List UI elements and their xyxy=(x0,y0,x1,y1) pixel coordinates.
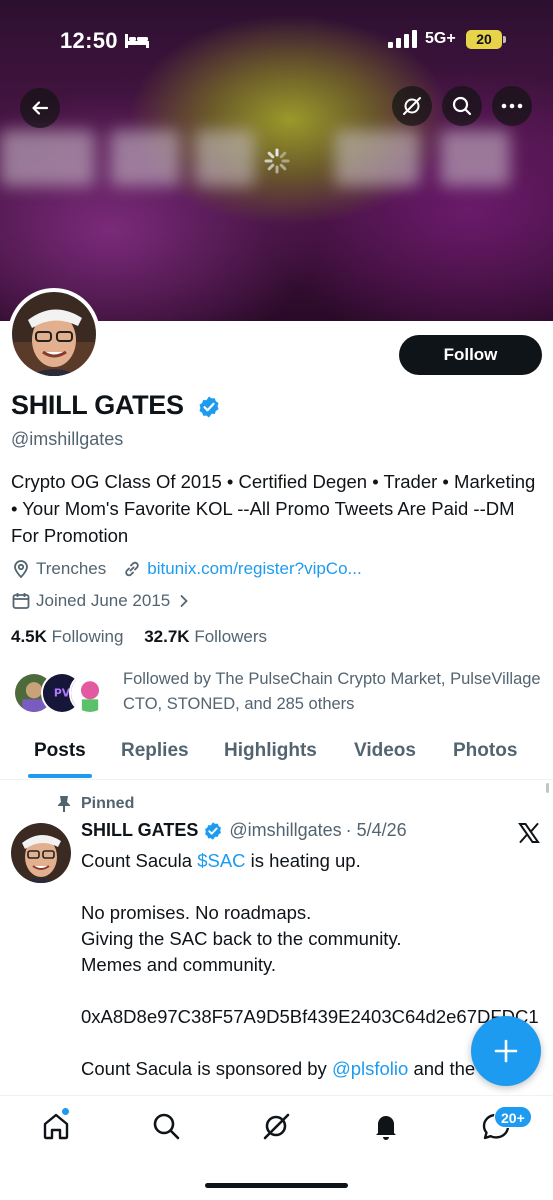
followers-count: 32.7K xyxy=(144,627,190,646)
following-label: Following xyxy=(51,627,124,646)
more-horizontal-icon xyxy=(501,103,523,109)
contract-address: 0xA8D8e97C38F57A9D5Bf439E2403C64d2e67DFD… xyxy=(81,1006,539,1027)
battery-tip xyxy=(503,36,506,43)
mutual-followers-avatars[interactable]: PV xyxy=(13,672,113,716)
tweet-date[interactable]: · 5/4/26 xyxy=(346,820,407,841)
tab-videos[interactable]: Videos xyxy=(354,740,416,762)
profile-bio: Crypto OG Class Of 2015 • Certified Dege… xyxy=(11,471,536,546)
more-options-button[interactable] xyxy=(492,86,532,126)
location-pin-icon xyxy=(14,560,28,579)
tweet-line-1-suffix: is heating up. xyxy=(245,850,361,871)
profile-avatar[interactable] xyxy=(8,288,100,380)
tweet-author-name[interactable]: SHILL GATES xyxy=(81,820,198,841)
pinned-indicator: Pinned xyxy=(56,795,134,813)
verified-badge-icon xyxy=(205,821,222,840)
pin-icon xyxy=(58,796,70,812)
scrollbar[interactable] xyxy=(546,783,549,793)
avatar-image xyxy=(12,292,96,376)
tweet-last-line-prefix: Count Sacula is sponsored by xyxy=(81,1058,332,1079)
network-type: 5G+ xyxy=(425,30,456,47)
cashtag-link[interactable]: $SAC xyxy=(197,850,245,871)
follow-button[interactable]: Follow xyxy=(399,335,542,375)
verified-badge-icon[interactable] xyxy=(197,395,221,419)
active-tab-indicator xyxy=(28,774,92,778)
home-indicator[interactable] xyxy=(205,1183,348,1188)
profile-website-link[interactable]: bitunix.com/register?vipCo... xyxy=(147,559,361,579)
loading-spinner-icon xyxy=(264,148,290,174)
following-count: 4.5K xyxy=(11,627,47,646)
arrow-left-icon xyxy=(32,101,49,115)
tweet-paragraph-2: No promises. No roadmaps. Giving the SAC… xyxy=(81,902,402,975)
profile-name: SHILL GATES xyxy=(11,390,184,420)
sleep-focus-icon xyxy=(125,34,149,48)
pinned-label: Pinned xyxy=(81,795,135,812)
search-icon[interactable] xyxy=(150,1110,182,1142)
tab-photos[interactable]: Photos xyxy=(453,740,517,762)
tab-posts[interactable]: Posts xyxy=(34,740,86,762)
mention-link[interactable]: @plsfolio xyxy=(332,1058,408,1079)
profile-handle: @imshillgates xyxy=(11,429,124,449)
profile-location: Trenches xyxy=(36,559,107,578)
following-link[interactable]: 4.5K Following xyxy=(11,627,123,646)
tab-replies[interactable]: Replies xyxy=(121,740,189,762)
status-time: 12:50 xyxy=(60,28,118,53)
search-icon xyxy=(452,96,472,116)
profile-stats: 4.5K Following 32.7K Followers xyxy=(11,627,267,647)
tweet-line-1-prefix: Count Sacula xyxy=(81,850,198,871)
tweet-author-handle[interactable]: @imshillgates xyxy=(229,820,341,841)
plus-icon xyxy=(494,1039,518,1063)
profile-joined-date: Joined June 2015 xyxy=(36,591,171,610)
bottom-navigation: 20+ xyxy=(0,1095,553,1200)
compose-button[interactable] xyxy=(471,1016,541,1086)
profile-tabs: Posts Replies Highlights Videos Photos xyxy=(0,728,553,780)
back-button[interactable] xyxy=(20,88,60,128)
messages-badge: 20+ xyxy=(494,1106,532,1128)
x-logo-icon[interactable] xyxy=(518,822,540,844)
profile-joined-row[interactable]: Joined June 2015 xyxy=(11,591,197,611)
grok-button[interactable] xyxy=(392,86,432,126)
tweet-author-avatar[interactable] xyxy=(11,823,71,883)
link-icon xyxy=(125,561,139,577)
followers-label: Followers xyxy=(194,627,268,646)
tab-highlights[interactable]: Highlights xyxy=(224,740,317,762)
calendar-icon xyxy=(12,593,30,609)
tweet-last-line-suffix: and the xyxy=(408,1058,476,1079)
grok-icon[interactable] xyxy=(260,1110,292,1142)
grok-icon xyxy=(403,97,421,115)
status-bar: 12:50 5G+ 20 xyxy=(0,0,553,84)
chevron-right-icon xyxy=(180,595,189,607)
cellular-signal-icon xyxy=(388,30,417,48)
mutual-avatar-3 xyxy=(69,672,111,714)
home-new-dot xyxy=(61,1107,70,1116)
profile-meta-row: Trenches bitunix.com/register?vipCo... xyxy=(11,559,362,579)
tweet-header: SHILL GATES @imshillgates · 5/4/26 xyxy=(81,820,407,841)
followers-link[interactable]: 32.7K Followers xyxy=(144,627,267,646)
notifications-bell-icon[interactable] xyxy=(370,1110,402,1142)
search-button[interactable] xyxy=(442,86,482,126)
followed-by-text[interactable]: Followed by The PulseChain Crypto Market… xyxy=(123,667,543,717)
battery-icon: 20 xyxy=(466,30,502,49)
